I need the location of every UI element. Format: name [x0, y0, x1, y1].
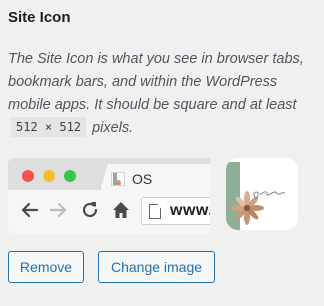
site-icon-image: [226, 158, 298, 230]
site-icon-panel: Site Icon The Site Icon is what you see …: [0, 0, 324, 306]
browser-toolbar: www.: [8, 190, 210, 234]
home-icon: [113, 202, 129, 218]
section-description: The Site Icon is what you see in browser…: [8, 48, 316, 140]
section-title: Site Icon: [8, 9, 71, 26]
window-minimize-dot: [43, 170, 55, 182]
forward-arrow-icon: [49, 202, 67, 218]
site-icon-preview: [226, 158, 298, 230]
change-image-button[interactable]: Change image: [98, 251, 215, 283]
window-maximize-dot: [64, 170, 76, 182]
back-arrow-icon: [21, 202, 39, 218]
remove-button[interactable]: Remove: [8, 251, 84, 283]
reload-icon: [82, 202, 98, 218]
window-close-dot: [22, 170, 34, 182]
address-text: www.: [170, 202, 210, 219]
description-text: The Site Icon is what you see in browser…: [8, 51, 304, 113]
tab-title: OS: [132, 171, 153, 187]
tab-favicon: [111, 172, 125, 186]
page-icon: [149, 204, 161, 219]
browser-preview: OS www.: [8, 158, 210, 234]
description-text-end: pixels.: [92, 120, 134, 136]
size-requirement-code: 512 × 512: [11, 117, 87, 137]
address-bar: www.: [141, 197, 210, 225]
